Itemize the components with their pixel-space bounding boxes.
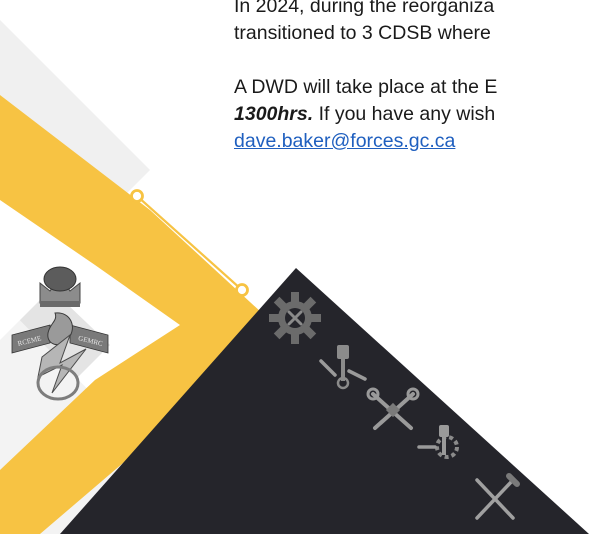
paragraph-2-line-1: A DWD will take place at the E [234, 76, 498, 98]
connector-node-top [130, 189, 144, 203]
email-link[interactable]: dave.baker@forces.gc.ca [234, 130, 455, 152]
body-text: In 2024, during the reorganiza transitio… [234, 0, 589, 155]
document-page: RCEME GEMRC In 2024, during the reorgani… [0, 0, 589, 534]
paragraph-2-line-2-text: If you have any wish [313, 103, 496, 125]
paragraph-1-line-1: In 2024, during the reorganiza [234, 0, 495, 17]
email-line: dave.baker@forces.gc.ca [234, 128, 589, 155]
time-emphasis: 1300hrs. [234, 103, 314, 125]
paragraph-1-line-2: transitioned to 3 CDSB where [234, 22, 491, 44]
gear-wrench-icon [269, 292, 321, 344]
paragraph-2-line-2: 1300hrs. If you have any wish [234, 101, 589, 128]
connector-node-bottom [235, 283, 249, 297]
